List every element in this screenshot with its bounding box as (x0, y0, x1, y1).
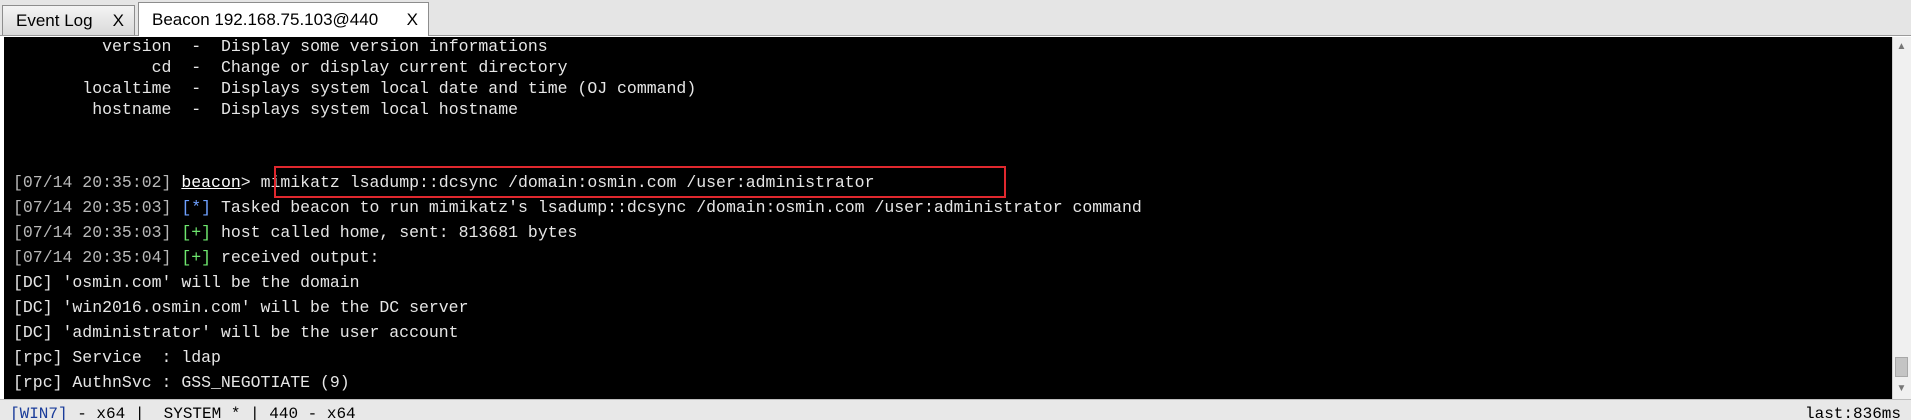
help-command: cd (13, 58, 172, 77)
log-line: [07/14 20:35:03] [*] Tasked beacon to ru… (13, 195, 1142, 220)
help-description: Change or display current directory (220, 58, 568, 77)
tab-label: Beacon 192.168.75.103@440 (152, 9, 379, 29)
success-tag: [+] (181, 223, 212, 242)
output-line: [DC] 'administrator' will be the user ac… (13, 323, 459, 342)
log-text: Tasked beacon to run mimikatz's lsadump:… (211, 198, 1142, 217)
highlight-box (274, 166, 1006, 198)
tab-event-log[interactable]: Event Log X (2, 5, 135, 35)
tab-beacon[interactable]: Beacon 192.168.75.103@440 X (138, 2, 429, 36)
prompt-arrow: > (240, 173, 251, 192)
status-host: [WIN7] (10, 405, 68, 420)
help-command: version (13, 37, 172, 56)
timestamp: [07/14 20:35:02] (13, 173, 172, 192)
help-command: hostname (13, 100, 172, 119)
tab-bar: Event Log X Beacon 192.168.75.103@440 X (0, 0, 1911, 36)
output-line: [rpc] AuthnSvc : GSS_NEGOTIATE (9) (13, 373, 350, 392)
help-separator: - (171, 79, 221, 98)
output-line: [DC] 'win2016.osmin.com' will be the DC … (13, 298, 469, 317)
output-line: [DC] 'osmin.com' will be the domain (13, 273, 360, 292)
info-tag: [*] (181, 198, 212, 217)
vertical-scrollbar[interactable]: ▲ ▼ (1892, 37, 1911, 399)
help-description: Displays system local date and time (OJ … (220, 79, 697, 98)
scroll-up-icon[interactable]: ▲ (1893, 39, 1910, 55)
beacon-prompt[interactable]: beacon (181, 173, 240, 192)
timestamp: [07/14 20:35:03] (13, 223, 172, 242)
tab-label: Event Log (16, 10, 93, 30)
success-tag: [+] (181, 248, 212, 267)
status-bar: [WIN7] - x64 | SYSTEM * | 440 - x64 last… (0, 399, 1911, 420)
status-session-info: [WIN7] - x64 | SYSTEM * | 440 - x64 (10, 405, 356, 420)
log-text: received output: (211, 248, 380, 267)
help-command: localtime (13, 79, 172, 98)
help-line: hostname - Displays system local hostnam… (13, 97, 518, 122)
scroll-down-icon[interactable]: ▼ (1893, 381, 1910, 397)
log-text: host called home, sent: 813681 bytes (211, 223, 578, 242)
output-line: [rpc] Service : ldap (13, 348, 221, 367)
close-icon[interactable]: X (407, 10, 418, 30)
help-separator: - (171, 58, 221, 77)
help-description: Display some version informations (220, 37, 548, 56)
log-line: [07/14 20:35:03] [+] host called home, s… (13, 220, 577, 245)
status-details: - x64 | SYSTEM * | 440 - x64 (67, 405, 356, 420)
help-separator: - (171, 100, 221, 119)
help-description: Displays system local hostname (220, 100, 519, 119)
help-separator: - (171, 37, 221, 56)
beacon-console-output[interactable]: version - Display some version informati… (4, 37, 1892, 399)
timestamp: [07/14 20:35:03] (13, 198, 172, 217)
scrollbar-thumb[interactable] (1895, 357, 1908, 377)
timestamp: [07/14 20:35:04] (13, 248, 172, 267)
status-last-checkin: last:836ms (1804, 405, 1901, 420)
log-line: [07/14 20:35:04] [+] received output: (13, 245, 379, 270)
close-icon[interactable]: X (113, 11, 124, 31)
